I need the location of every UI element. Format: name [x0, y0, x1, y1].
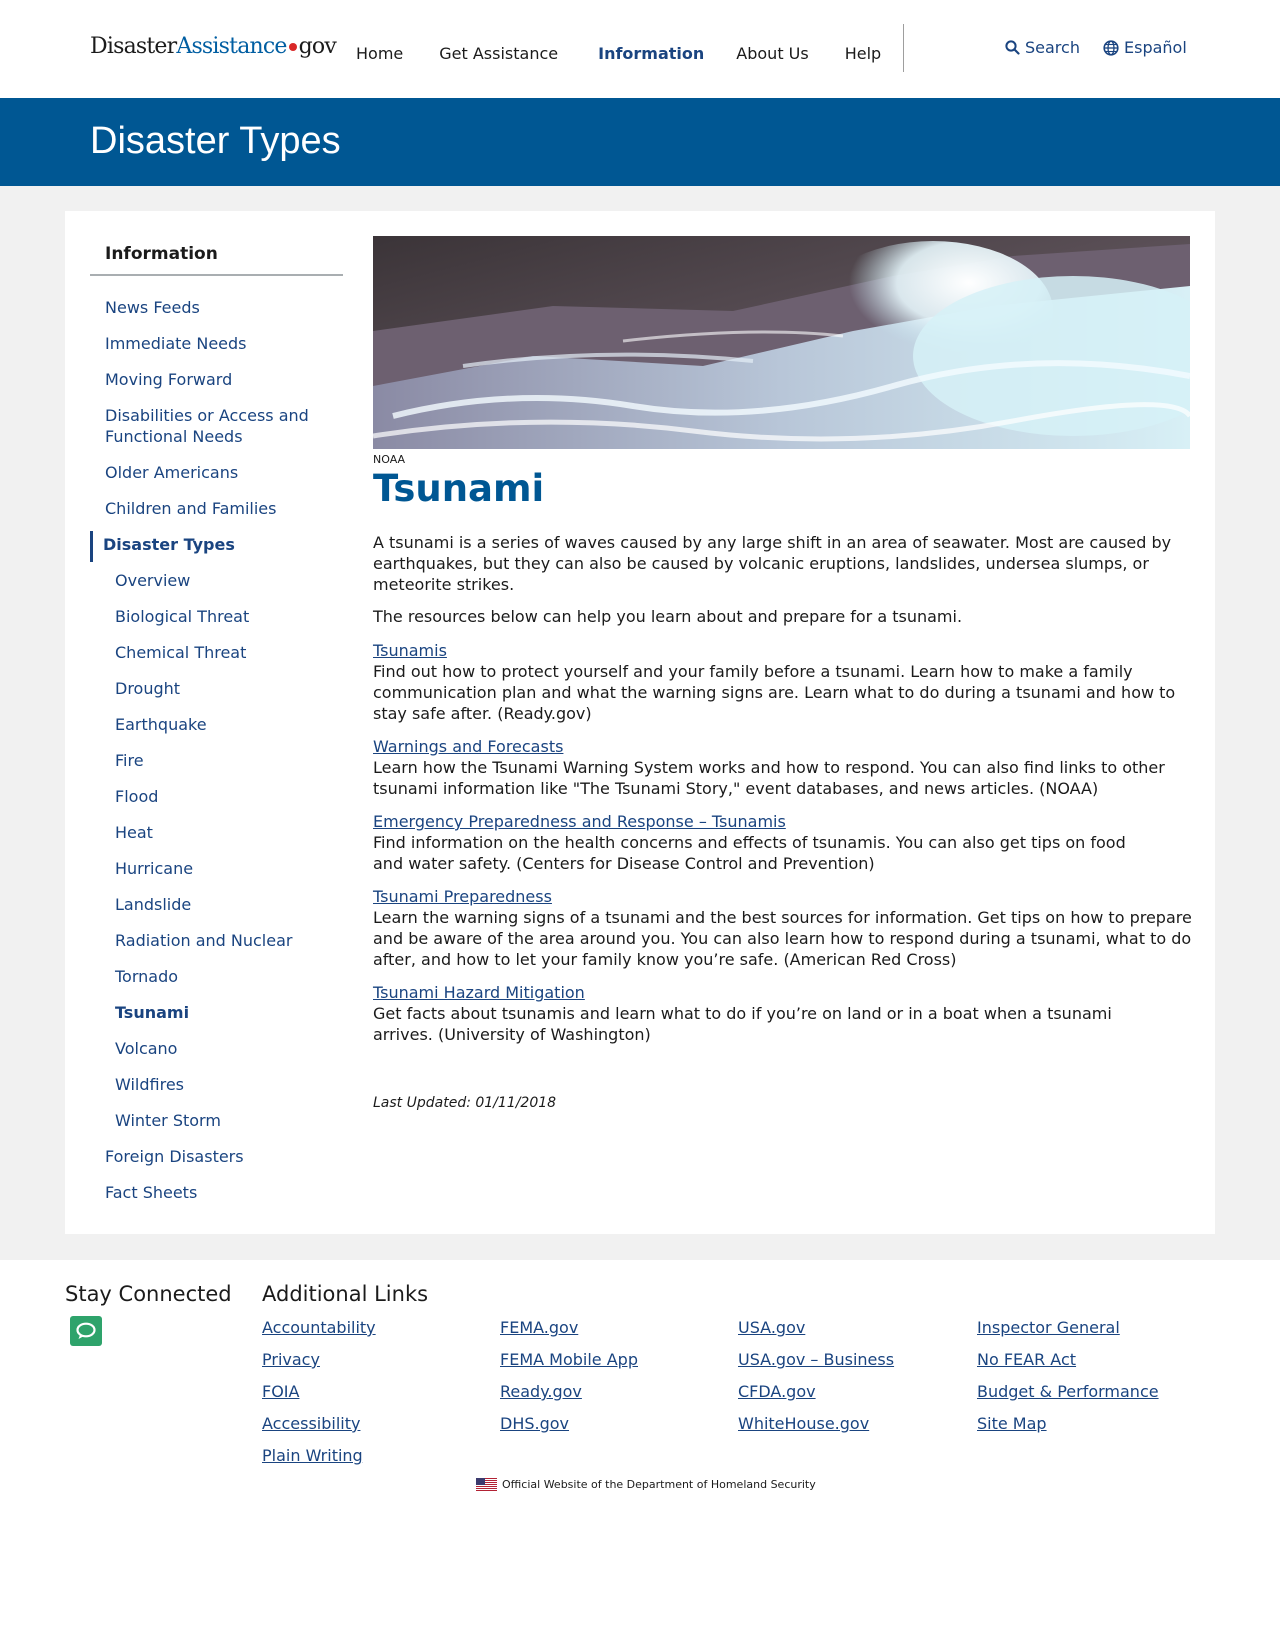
sidebar-heading: Information: [105, 244, 218, 264]
search-icon: [1005, 40, 1020, 55]
sidebar-item-immediate-needs[interactable]: Immediate Needs: [105, 333, 247, 354]
intro-paragraph: A tsunami is a series of waves caused by…: [373, 533, 1172, 594]
footer-link-no-fear-act[interactable]: No FEAR Act: [977, 1350, 1076, 1369]
footer-link-foia[interactable]: FOIA: [262, 1382, 299, 1401]
resource-link-tsunamis[interactable]: Tsunamis: [373, 640, 447, 661]
footer-link-privacy[interactable]: Privacy: [262, 1350, 320, 1369]
sidebar-item-disabilities-line2[interactable]: Functional Needs: [105, 426, 243, 447]
sidebar-subitem-radiation-nuclear[interactable]: Radiation and Nuclear: [115, 930, 292, 951]
search-label: Search: [1025, 38, 1080, 57]
footer-link-usa-gov-business[interactable]: USA.gov – Business: [738, 1350, 894, 1369]
additional-links-heading: Additional Links: [262, 1282, 429, 1306]
site-logo[interactable]: DisasterAssistance gov: [90, 34, 337, 59]
us-flag-icon: [476, 1478, 497, 1491]
last-updated: Last Updated: 01/11/2018: [373, 1095, 557, 1111]
resource-link-tsunami-preparedness[interactable]: Tsunami Preparedness: [373, 886, 552, 907]
nav-about-us[interactable]: About Us: [736, 44, 808, 63]
sidebar-active-indicator: [90, 531, 93, 562]
official-website-notice: Official Website of the Department of Ho…: [476, 1478, 816, 1491]
nav-information[interactable]: Information: [598, 44, 704, 63]
footer-link-cfda[interactable]: CFDA.gov: [738, 1382, 816, 1401]
sidebar-subitem-heat[interactable]: Heat: [115, 822, 153, 843]
footer-link-fema-mobile-app[interactable]: FEMA Mobile App: [500, 1350, 638, 1369]
sidebar-subitem-drought[interactable]: Drought: [115, 678, 180, 699]
resource-link-warnings-forecasts[interactable]: Warnings and Forecasts: [373, 736, 563, 757]
sidebar-item-disabilities-line1[interactable]: Disabilities or Access and: [105, 405, 309, 426]
logo-text-disaster: Disaster: [90, 34, 177, 59]
sidebar-item-foreign-disasters[interactable]: Foreign Disasters: [105, 1146, 244, 1167]
sidebar-divider: [90, 274, 343, 276]
resource-description-warnings-forecasts: Learn how the Tsunami Warning System wor…: [373, 758, 1165, 798]
footer-link-whitehouse[interactable]: WhiteHouse.gov: [738, 1414, 869, 1433]
article-title: Tsunami: [373, 467, 545, 510]
resources-intro: The resources below can help you learn a…: [373, 607, 963, 626]
sidebar-item-children-families[interactable]: Children and Families: [105, 498, 276, 519]
sidebar-subitem-landslide[interactable]: Landslide: [115, 894, 191, 915]
nav-get-assistance[interactable]: Get Assistance: [439, 44, 558, 63]
official-website-text: Official Website of the Department of Ho…: [502, 1478, 816, 1491]
main-nav: Home Get Assistance Information About Us…: [356, 44, 917, 63]
sidebar-item-disaster-types[interactable]: Disaster Types: [103, 534, 235, 555]
sidebar-subitem-flood[interactable]: Flood: [115, 786, 158, 807]
search-link[interactable]: Search: [1005, 38, 1080, 57]
footer-link-plain-writing[interactable]: Plain Writing: [262, 1446, 363, 1465]
footer-link-dhs[interactable]: DHS.gov: [500, 1414, 569, 1433]
chat-icon[interactable]: [70, 1316, 102, 1346]
site-header: DisasterAssistance gov Home Get Assistanc…: [0, 0, 1280, 98]
footer-link-fema[interactable]: FEMA.gov: [500, 1318, 578, 1337]
resource-description-tsunamis: Find out how to protect yourself and you…: [373, 662, 1176, 723]
sidebar-subitem-tsunami[interactable]: Tsunami: [115, 1002, 189, 1023]
sidebar-item-fact-sheets[interactable]: Fact Sheets: [105, 1182, 197, 1203]
sidebar-subitem-volcano[interactable]: Volcano: [115, 1038, 177, 1059]
resource-link-emergency-preparedness[interactable]: Emergency Preparedness and Response – Ts…: [373, 811, 786, 832]
language-link[interactable]: Español: [1103, 38, 1187, 57]
nav-home[interactable]: Home: [356, 44, 403, 63]
sidebar-subitem-biological-threat[interactable]: Biological Threat: [115, 606, 249, 627]
globe-icon: [1103, 39, 1119, 56]
sidebar-subitem-winter-storm[interactable]: Winter Storm: [115, 1110, 221, 1131]
footer-link-accountability[interactable]: Accountability: [262, 1318, 376, 1337]
resource-description-hazard-mitigation: Get facts about tsunamis and learn what …: [373, 1004, 1112, 1044]
sidebar-item-older-americans[interactable]: Older Americans: [105, 462, 238, 483]
tsunami-hero-image: [373, 236, 1190, 449]
resource-description-tsunami-preparedness: Learn the warning signs of a tsunami and…: [373, 908, 1192, 969]
sidebar-item-news-feeds[interactable]: News Feeds: [105, 297, 200, 318]
sidebar-subitem-tornado[interactable]: Tornado: [115, 966, 178, 987]
stay-connected-heading: Stay Connected: [65, 1282, 232, 1306]
logo-text-assistance: Assistance: [176, 34, 287, 59]
footer-link-usa-gov[interactable]: USA.gov: [738, 1318, 805, 1337]
footer-link-site-map[interactable]: Site Map: [977, 1414, 1047, 1433]
resource-description-emergency-preparedness: Find information on the health concerns …: [373, 833, 1126, 873]
footer-link-budget-performance[interactable]: Budget & Performance: [977, 1382, 1159, 1401]
sidebar-subitem-chemical-threat[interactable]: Chemical Threat: [115, 642, 246, 663]
sidebar-subitem-overview[interactable]: Overview: [115, 570, 190, 591]
language-label: Español: [1124, 38, 1187, 57]
footer-link-ready[interactable]: Ready.gov: [500, 1382, 582, 1401]
footer-link-accessibility[interactable]: Accessibility: [262, 1414, 360, 1433]
logo-text-gov: gov: [298, 34, 337, 59]
image-credit: NOAA: [373, 453, 406, 466]
page-banner: Disaster Types: [0, 98, 1280, 186]
nav-help[interactable]: Help: [845, 44, 881, 63]
nav-divider: [903, 24, 904, 72]
footer-link-inspector-general[interactable]: Inspector General: [977, 1318, 1120, 1337]
sidebar-subitem-hurricane[interactable]: Hurricane: [115, 858, 193, 879]
sidebar-subitem-earthquake[interactable]: Earthquake: [115, 714, 207, 735]
page-title: Disaster Types: [90, 120, 341, 162]
sidebar-item-moving-forward[interactable]: Moving Forward: [105, 369, 232, 390]
logo-dot: [288, 42, 297, 51]
sidebar-subitem-fire[interactable]: Fire: [115, 750, 144, 771]
resource-link-hazard-mitigation[interactable]: Tsunami Hazard Mitigation: [373, 982, 585, 1003]
sidebar-subitem-wildfires[interactable]: Wildfires: [115, 1074, 184, 1095]
